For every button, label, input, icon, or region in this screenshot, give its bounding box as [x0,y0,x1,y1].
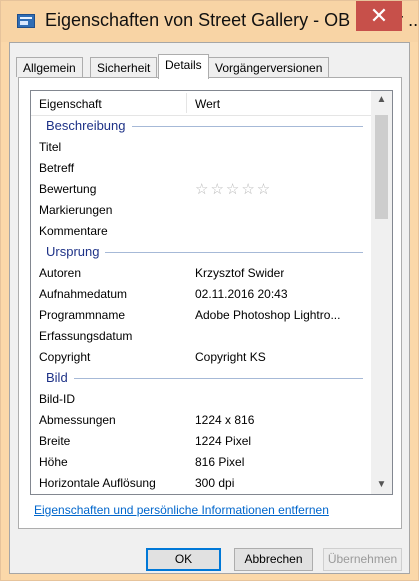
cancel-button[interactable]: Abbrechen [234,548,313,571]
property-rows: Beschreibung Titel Betreff Bewertung ☆☆☆… [31,115,371,494]
group-label: Beschreibung [46,118,132,133]
property-value[interactable]: 02.11.2016 20:43 [195,287,288,301]
tab-vorgaengerversionen[interactable]: Vorgängerversionen [208,57,330,77]
property-label: Abmessungen [39,413,116,427]
property-row-betreff[interactable]: Betreff [31,157,371,178]
column-header-value[interactable]: Wert [195,97,220,111]
property-value[interactable]: 1224 Pixel [195,434,251,448]
scrollbar-thumb[interactable] [375,115,388,219]
details-tab-panel: Eigenschaft Wert Beschreibung Titel Betr… [18,77,402,529]
property-label: Erfassungsdatum [39,329,133,343]
property-label: Breite [39,434,71,448]
property-row-copyright[interactable]: Copyright Copyright KS [31,346,371,367]
property-row-aufnahmedatum[interactable]: Aufnahmedatum 02.11.2016 20:43 [31,283,371,304]
property-value[interactable]: 816 Pixel [195,455,244,469]
apply-button[interactable]: Übernehmen [323,548,402,571]
property-row-breite[interactable]: Breite 1224 Pixel [31,430,371,451]
scroll-down-icon[interactable]: ▼ [371,476,392,494]
property-label: Copyright [39,350,91,364]
property-row-kommentare[interactable]: Kommentare [31,220,371,241]
property-label: Aufnahmedatum [39,287,128,301]
column-separator[interactable] [186,93,187,113]
property-row-erfassungsdatum[interactable]: Erfassungsdatum [31,325,371,346]
property-list-header: Eigenschaft Wert [31,91,392,116]
property-row-horizontale-aufloesung[interactable]: Horizontale Auflösung 300 dpi [31,472,371,493]
property-label: Betreff [39,161,75,175]
scroll-up-icon[interactable]: ▲ [371,91,392,109]
property-label: Kommentare [39,224,108,238]
property-value[interactable]: 300 dpi [195,476,234,490]
group-header-beschreibung: Beschreibung [31,115,371,136]
group-header-ursprung: Ursprung [31,241,371,262]
vertical-scrollbar[interactable]: ▲ ▼ [371,91,392,494]
property-row-autoren[interactable]: Autoren Krzysztof Swider [31,262,371,283]
tab-strip: Allgemein Sicherheit Details Vorgängerve… [10,54,409,79]
property-value[interactable]: 1224 x 816 [195,413,254,427]
group-divider [46,378,363,379]
property-value[interactable]: Adobe Photoshop Lightro... [195,308,340,322]
property-row-titel[interactable]: Titel [31,136,371,157]
property-row-programmname[interactable]: Programmname Adobe Photoshop Lightro... [31,304,371,325]
property-label: Bild-ID [39,392,76,406]
property-row-abmessungen[interactable]: Abmessungen 1224 x 816 [31,409,371,430]
title-bar[interactable]: Eigenschaften von Street Gallery - OB Re… [1,1,419,42]
window-app-icon [17,14,35,28]
tab-details[interactable]: Details [158,54,209,79]
property-value[interactable]: Krzysztof Swider [195,266,284,280]
property-row-bild-id[interactable]: Bild-ID [31,388,371,409]
property-label: Horizontale Auflösung [39,476,156,490]
property-label: Autoren [39,266,82,280]
group-label: Ursprung [46,244,106,259]
group-header-bild: Bild [31,367,371,388]
tab-allgemein[interactable]: Allgemein [16,57,83,77]
properties-window: Eigenschaften von Street Gallery - OB Re… [0,0,419,581]
property-row-bewertung[interactable]: Bewertung ☆☆☆☆☆ [31,178,371,199]
property-row-markierungen[interactable]: Markierungen [31,199,371,220]
ok-button[interactable]: OK [146,548,221,571]
property-row-hoehe[interactable]: Höhe 816 Pixel [31,451,371,472]
dialog-client-area: Allgemein Sicherheit Details Vorgängerve… [9,42,410,574]
property-label: Bewertung [39,182,97,196]
property-label: Titel [39,140,62,154]
property-label: Programmname [39,308,126,322]
property-label: Höhe [39,455,68,469]
column-header-property[interactable]: Eigenschaft [39,97,102,111]
property-list[interactable]: Eigenschaft Wert Beschreibung Titel Betr… [30,90,393,495]
tab-sicherheit[interactable]: Sicherheit [90,57,158,77]
remove-properties-link[interactable]: Eigenschaften und persönliche Informatio… [34,503,329,517]
rating-stars-icon[interactable]: ☆☆☆☆☆ [195,180,272,198]
group-label: Bild [46,370,74,385]
close-button[interactable]: ✕ [356,1,402,31]
property-value[interactable]: Copyright KS [195,350,266,364]
property-label: Markierungen [39,203,113,217]
